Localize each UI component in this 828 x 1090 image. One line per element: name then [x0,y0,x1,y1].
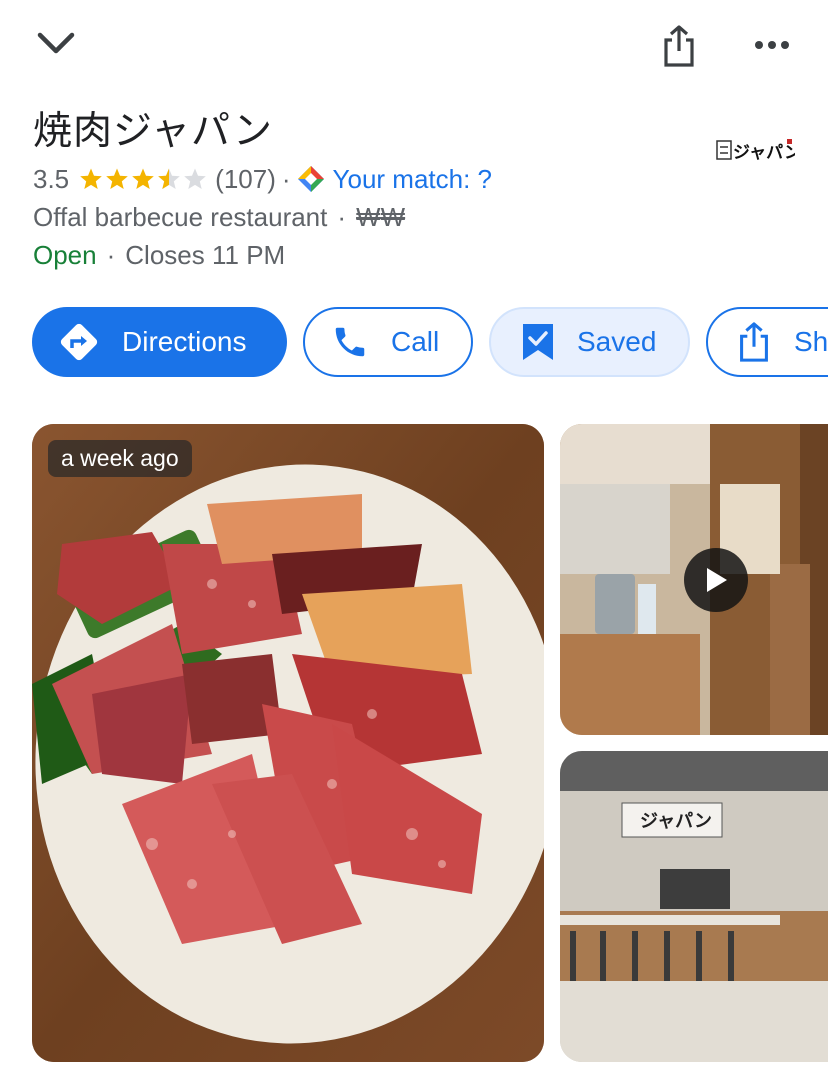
share-icon [740,322,768,362]
bookmark-check-icon [523,324,553,360]
call-button[interactable]: Call [303,307,473,377]
separator-dot: · [106,239,116,270]
share-icon[interactable] [656,22,702,70]
closing-time: Closes 11 PM [125,239,286,270]
play-button[interactable] [684,548,748,612]
food-photo-meat-plate[interactable]: a week ago [32,424,544,1062]
match-diamond-icon [297,166,324,192]
directions-icon [60,323,98,361]
star-full-icon [80,168,102,189]
meat-plate-illustration [32,424,544,1062]
rating-stars [79,167,209,191]
category-text: Offal barbecue restaurant [33,201,328,232]
open-status: Open [33,239,97,270]
price-level: ₩₩ [356,201,406,232]
play-icon [707,568,727,592]
photo-date-badge: a week ago [48,440,192,477]
more-options-icon[interactable] [748,30,796,60]
saved-button[interactable]: Saved [489,307,690,377]
saved-label: Saved [577,326,657,357]
review-count: (107) [215,163,276,194]
star-empty-icon [184,168,206,189]
restaurant-logo[interactable]: ジャパン [712,128,798,172]
category-row: Offal barbecue restaurant · ₩₩ [33,200,405,234]
separator-dot: · [337,201,347,232]
storefront-photo[interactable]: ジャパン [560,751,828,1062]
star-half-icon [158,168,180,189]
directions-label: Directions [122,326,247,357]
your-match-link[interactable]: Your match: ? [333,164,492,195]
hours-row[interactable]: Open · Closes 11 PM [33,238,285,272]
phone-icon [335,327,365,357]
call-label: Call [391,326,440,357]
rating-value: 3.5 [33,163,70,194]
star-full-icon [132,168,154,189]
share-button[interactable]: Sh [706,307,828,377]
collapse-chevron-icon[interactable] [30,24,82,64]
rating-row[interactable]: 3.5 (107) · Your match: ? [33,162,492,196]
interior-video-thumbnail[interactable] [560,424,828,735]
star-full-icon [106,168,128,189]
logo-text: ジャパン [733,143,795,163]
separator-dot: · [281,163,291,194]
storefront-sign-text: ジャパン [640,811,712,832]
share-label: Sh [794,326,828,357]
storefront-illustration: ジャパン [560,751,828,1062]
place-title: 焼肉ジャパン [33,109,274,154]
directions-button[interactable]: Directions [32,307,287,377]
